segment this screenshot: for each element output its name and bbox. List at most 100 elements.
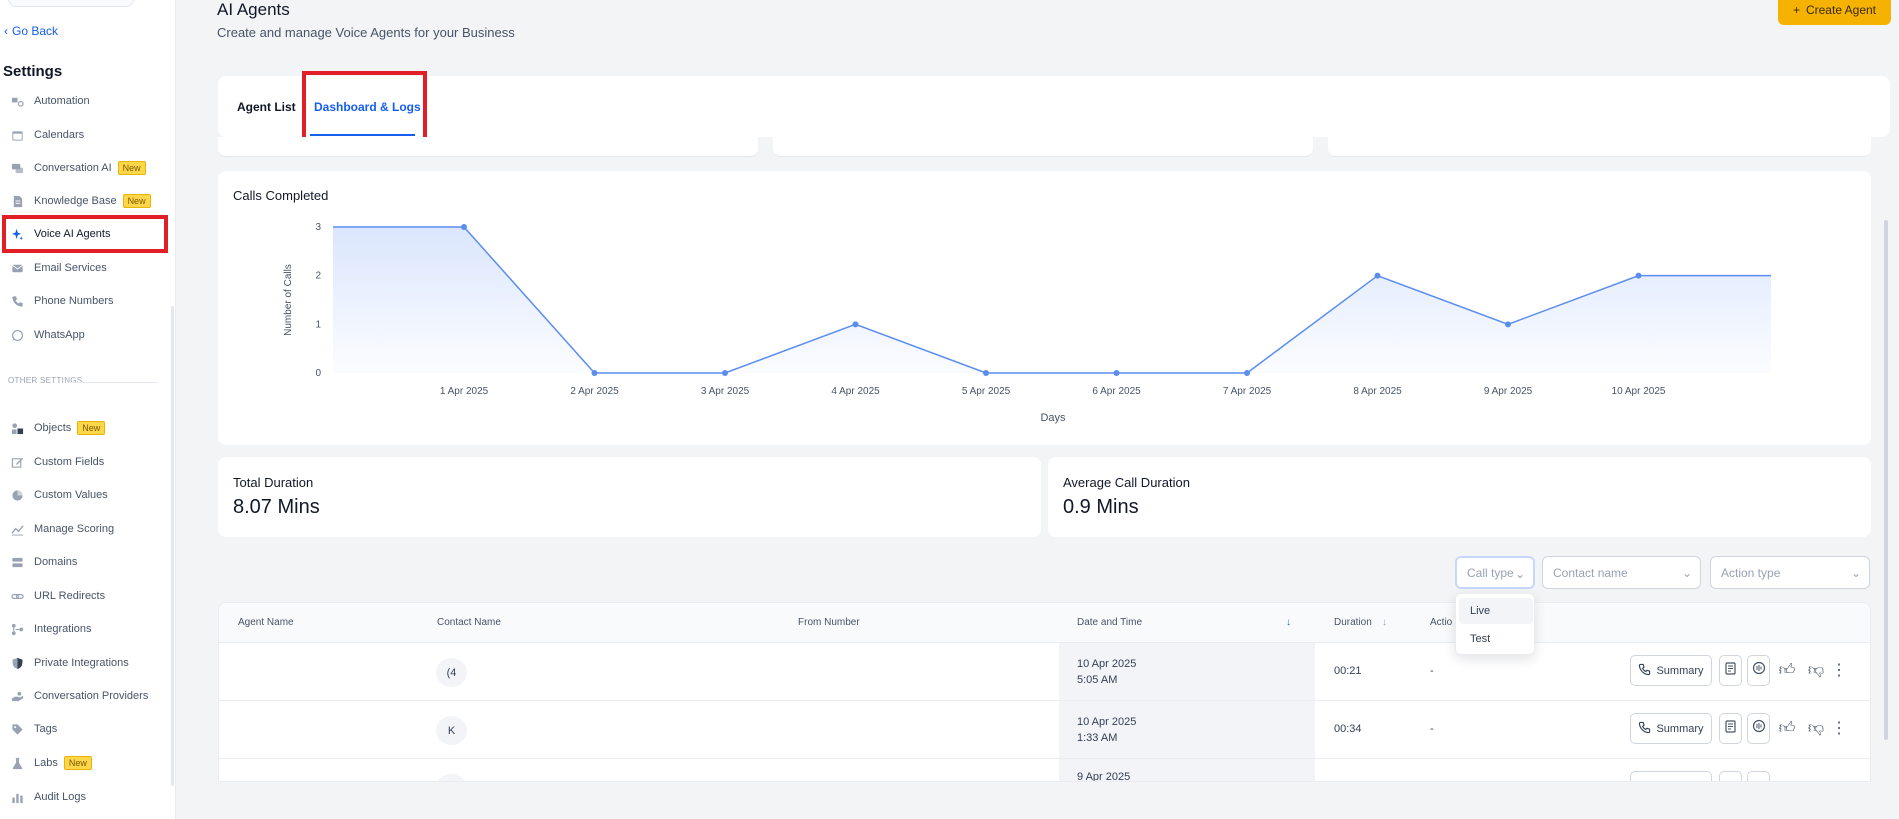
data-point <box>591 370 598 376</box>
more-options-icon[interactable]: ⋮ <box>1829 659 1849 681</box>
summary-card <box>1328 137 1871 157</box>
column-contact-name[interactable]: Contact Name <box>437 617 501 628</box>
go-back-label: Go Back <box>12 24 59 38</box>
thumbs-down-icon[interactable]: 👎︎ <box>1806 659 1826 681</box>
time-cell: 1:33 AM <box>1077 732 1118 744</box>
page-subtitle: Create and manage Voice Agents for your … <box>217 25 515 40</box>
x-tick-label: 8 Apr 2025 <box>1353 386 1402 397</box>
column-agent-name[interactable]: Agent Name <box>238 617 294 628</box>
chevron-down-icon: ⌄ <box>1514 567 1525 581</box>
sidebar-item-voice-ai-agents[interactable]: Voice AI Agents <box>0 221 168 247</box>
recording-button[interactable] <box>1747 771 1770 781</box>
y-tick-label: 1 <box>315 319 321 330</box>
sort-arrow-down-icon[interactable]: ↓ <box>1286 617 1291 628</box>
more-options-icon[interactable]: ⋮ <box>1829 717 1849 739</box>
sidebar-item-conversation-ai[interactable]: Conversation AI New <box>0 155 168 181</box>
section-divider <box>68 382 158 383</box>
summary-button[interactable] <box>1630 771 1712 781</box>
phone-call-icon <box>1638 721 1651 737</box>
sidebar-item-calendars[interactable]: Calendars <box>0 122 168 148</box>
table-row[interactable]: 9 Apr 2025 <box>219 759 1870 782</box>
thumbs-up-icon[interactable]: 👍︎ <box>1777 659 1797 681</box>
recording-button[interactable] <box>1747 655 1770 686</box>
column-date-time[interactable]: Date and Time <box>1077 617 1142 628</box>
sidebar-item-tags[interactable]: Tags <box>0 716 168 742</box>
sidebar-item-objects[interactable]: Objects New <box>0 415 168 441</box>
column-duration[interactable]: Duration <box>1334 617 1372 628</box>
table-row[interactable]: (4 10 Apr 2025 5:05 AM 00:21 - Summary 👍… <box>219 643 1870 701</box>
sidebar-item-phone-numbers[interactable]: Phone Numbers <box>0 288 168 314</box>
sidebar-item-private-integrations[interactable]: Private Integrations <box>0 650 168 676</box>
sidebar-item-label: Domains <box>34 556 78 568</box>
objects-icon <box>10 421 24 435</box>
chevron-down-icon: ⌄ <box>1681 566 1692 580</box>
sidebar-scrollbar[interactable] <box>171 306 174 786</box>
average-duration-card: Average Call Duration 0.9 Mins <box>1048 457 1871 537</box>
sidebar-item-label: Integrations <box>34 623 92 635</box>
recording-button[interactable] <box>1747 713 1770 744</box>
sidebar-item-automation[interactable]: Automation <box>0 88 168 114</box>
call-type-placeholder: Call type <box>1467 565 1514 580</box>
main-scrollbar[interactable] <box>1884 220 1888 740</box>
x-tick-label: 10 Apr 2025 <box>1612 386 1666 397</box>
sidebar-search-input[interactable] <box>8 0 134 7</box>
action-cell: - <box>1430 665 1434 677</box>
average-duration-label: Average Call Duration <box>1063 475 1190 490</box>
sidebar-item-email-services[interactable]: Email Services <box>0 255 168 281</box>
document-icon <box>10 194 24 208</box>
thumbs-down-icon[interactable]: 👎︎ <box>1806 717 1826 739</box>
new-badge: New <box>122 194 151 208</box>
date-cell: 9 Apr 2025 <box>1077 771 1131 782</box>
tab-agent-list[interactable]: Agent List <box>237 100 296 114</box>
column-action[interactable]: Actio <box>1430 617 1452 628</box>
sidebar-item-knowledge-base[interactable]: Knowledge Base New <box>0 188 168 214</box>
sort-arrow-icon[interactable]: ↓ <box>1382 617 1387 628</box>
plus-icon: + <box>1792 2 1800 17</box>
chevron-down-icon: ⌄ <box>1850 566 1861 580</box>
data-point <box>1374 272 1381 279</box>
transcript-button[interactable] <box>1719 655 1742 686</box>
sidebar-item-labs[interactable]: Labs New <box>0 750 168 776</box>
action-type-select[interactable]: Action type ⌄ <box>1710 556 1870 589</box>
summary-button[interactable]: Summary <box>1630 713 1712 744</box>
data-point <box>461 224 467 230</box>
thumbs-up-icon[interactable]: 👍︎ <box>1777 717 1797 739</box>
calls-completed-chart: Calls Completed 0 1 2 3 Number of Calls 1 Apr… <box>218 171 1871 445</box>
sidebar-item-domains[interactable]: Domains <box>0 549 168 575</box>
sidebar-item-integrations[interactable]: Integrations <box>0 616 168 642</box>
table-row[interactable]: K 10 Apr 2025 1:33 AM 00:34 - Summary 👍︎… <box>219 701 1870 759</box>
sidebar-item-whatsapp[interactable]: WhatsApp <box>0 322 168 348</box>
x-tick-label: 1 Apr 2025 <box>440 386 489 397</box>
other-settings-heading: OTHER SETTINGS <box>8 376 83 385</box>
option-live[interactable]: Live <box>1459 598 1533 624</box>
sidebar-item-url-redirects[interactable]: URL Redirects <box>0 583 168 609</box>
create-agent-button[interactable]: + Create Agent <box>1778 0 1891 25</box>
new-badge: New <box>63 756 92 770</box>
sidebar-item-custom-fields[interactable]: Custom Fields <box>0 449 168 475</box>
go-back-link[interactable]: ‹ Go Back <box>4 24 58 38</box>
flask-icon <box>10 756 24 770</box>
sidebar-item-conversation-providers[interactable]: Conversation Providers <box>0 683 168 709</box>
data-point <box>983 370 989 376</box>
table-header: Agent Name Contact Name From Number Date… <box>219 603 1870 643</box>
date-cell: 10 Apr 2025 <box>1077 658 1137 670</box>
audio-icon <box>1752 661 1766 680</box>
sidebar-item-audit-logs[interactable]: Audit Logs <box>0 784 168 810</box>
contact-name-select[interactable]: Contact name ⌄ <box>1542 556 1701 589</box>
call-type-select[interactable]: Call type ⌄ <box>1455 556 1535 589</box>
contact-name-placeholder: Contact name <box>1553 565 1628 580</box>
column-from-number[interactable]: From Number <box>798 617 860 628</box>
tab-dashboard-logs[interactable]: Dashboard & Logs <box>314 100 421 114</box>
summary-button[interactable]: Summary <box>1630 655 1712 686</box>
sidebar-item-custom-values[interactable]: Custom Values <box>0 482 168 508</box>
sidebar-item-manage-scoring[interactable]: Manage Scoring <box>0 516 168 542</box>
transcript-button[interactable] <box>1719 713 1742 744</box>
sidebar-item-label: Automation <box>34 95 90 107</box>
action-type-placeholder: Action type <box>1721 565 1781 580</box>
transcript-button[interactable] <box>1719 771 1742 781</box>
data-point <box>1244 370 1250 376</box>
x-tick-label: 3 Apr 2025 <box>701 386 750 397</box>
server-icon <box>10 555 24 569</box>
data-point <box>1635 272 1642 279</box>
option-test[interactable]: Test <box>1459 626 1533 652</box>
